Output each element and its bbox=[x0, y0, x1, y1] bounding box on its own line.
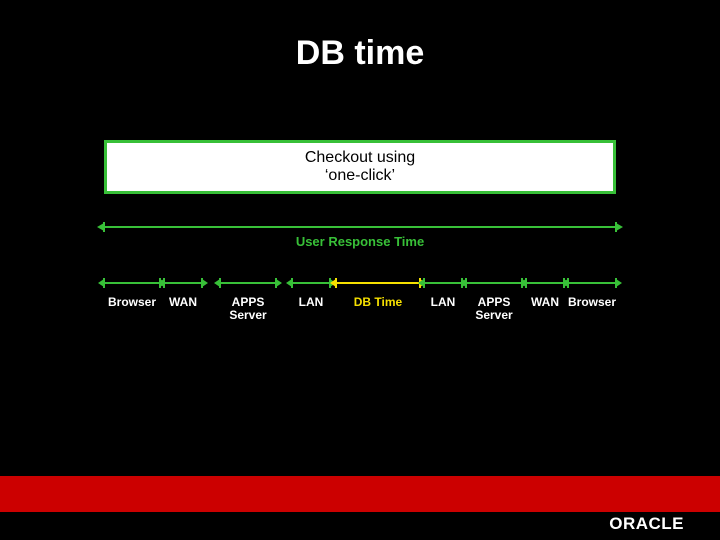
segment-label: APPSServer bbox=[460, 296, 528, 322]
user-response-time-bar bbox=[104, 226, 616, 228]
action-line1: Checkout using bbox=[305, 149, 415, 167]
segment-bar bbox=[104, 282, 160, 284]
oracle-logo: ORACLE bbox=[609, 514, 684, 534]
segment-label: WAN bbox=[158, 296, 208, 309]
segment-label: Browser bbox=[98, 296, 166, 309]
segments-labels: BrowserWANAPPSServerLANDB TimeLANAPPSSer… bbox=[104, 296, 616, 330]
segment-label: DB Time bbox=[330, 296, 426, 309]
segment-bar bbox=[424, 282, 462, 284]
segments-row bbox=[104, 282, 616, 284]
footer-red-bar bbox=[0, 476, 720, 512]
segment-bar bbox=[526, 282, 564, 284]
user-response-time-label: User Response Time bbox=[104, 234, 616, 249]
segment-bar bbox=[568, 282, 616, 284]
segment-label: Browser bbox=[562, 296, 622, 309]
segment-bar bbox=[164, 282, 202, 284]
segment-bar bbox=[466, 282, 522, 284]
segment-bar bbox=[220, 282, 276, 284]
segment-label: APPSServer bbox=[214, 296, 282, 322]
segment-bar bbox=[336, 282, 420, 284]
action-box: Checkout using ‘one-click’ bbox=[104, 140, 616, 194]
action-line2: ‘one-click’ bbox=[305, 167, 415, 185]
page-title: DB time bbox=[0, 0, 720, 73]
segment-bar bbox=[292, 282, 330, 284]
segment-label: LAN bbox=[286, 296, 336, 309]
